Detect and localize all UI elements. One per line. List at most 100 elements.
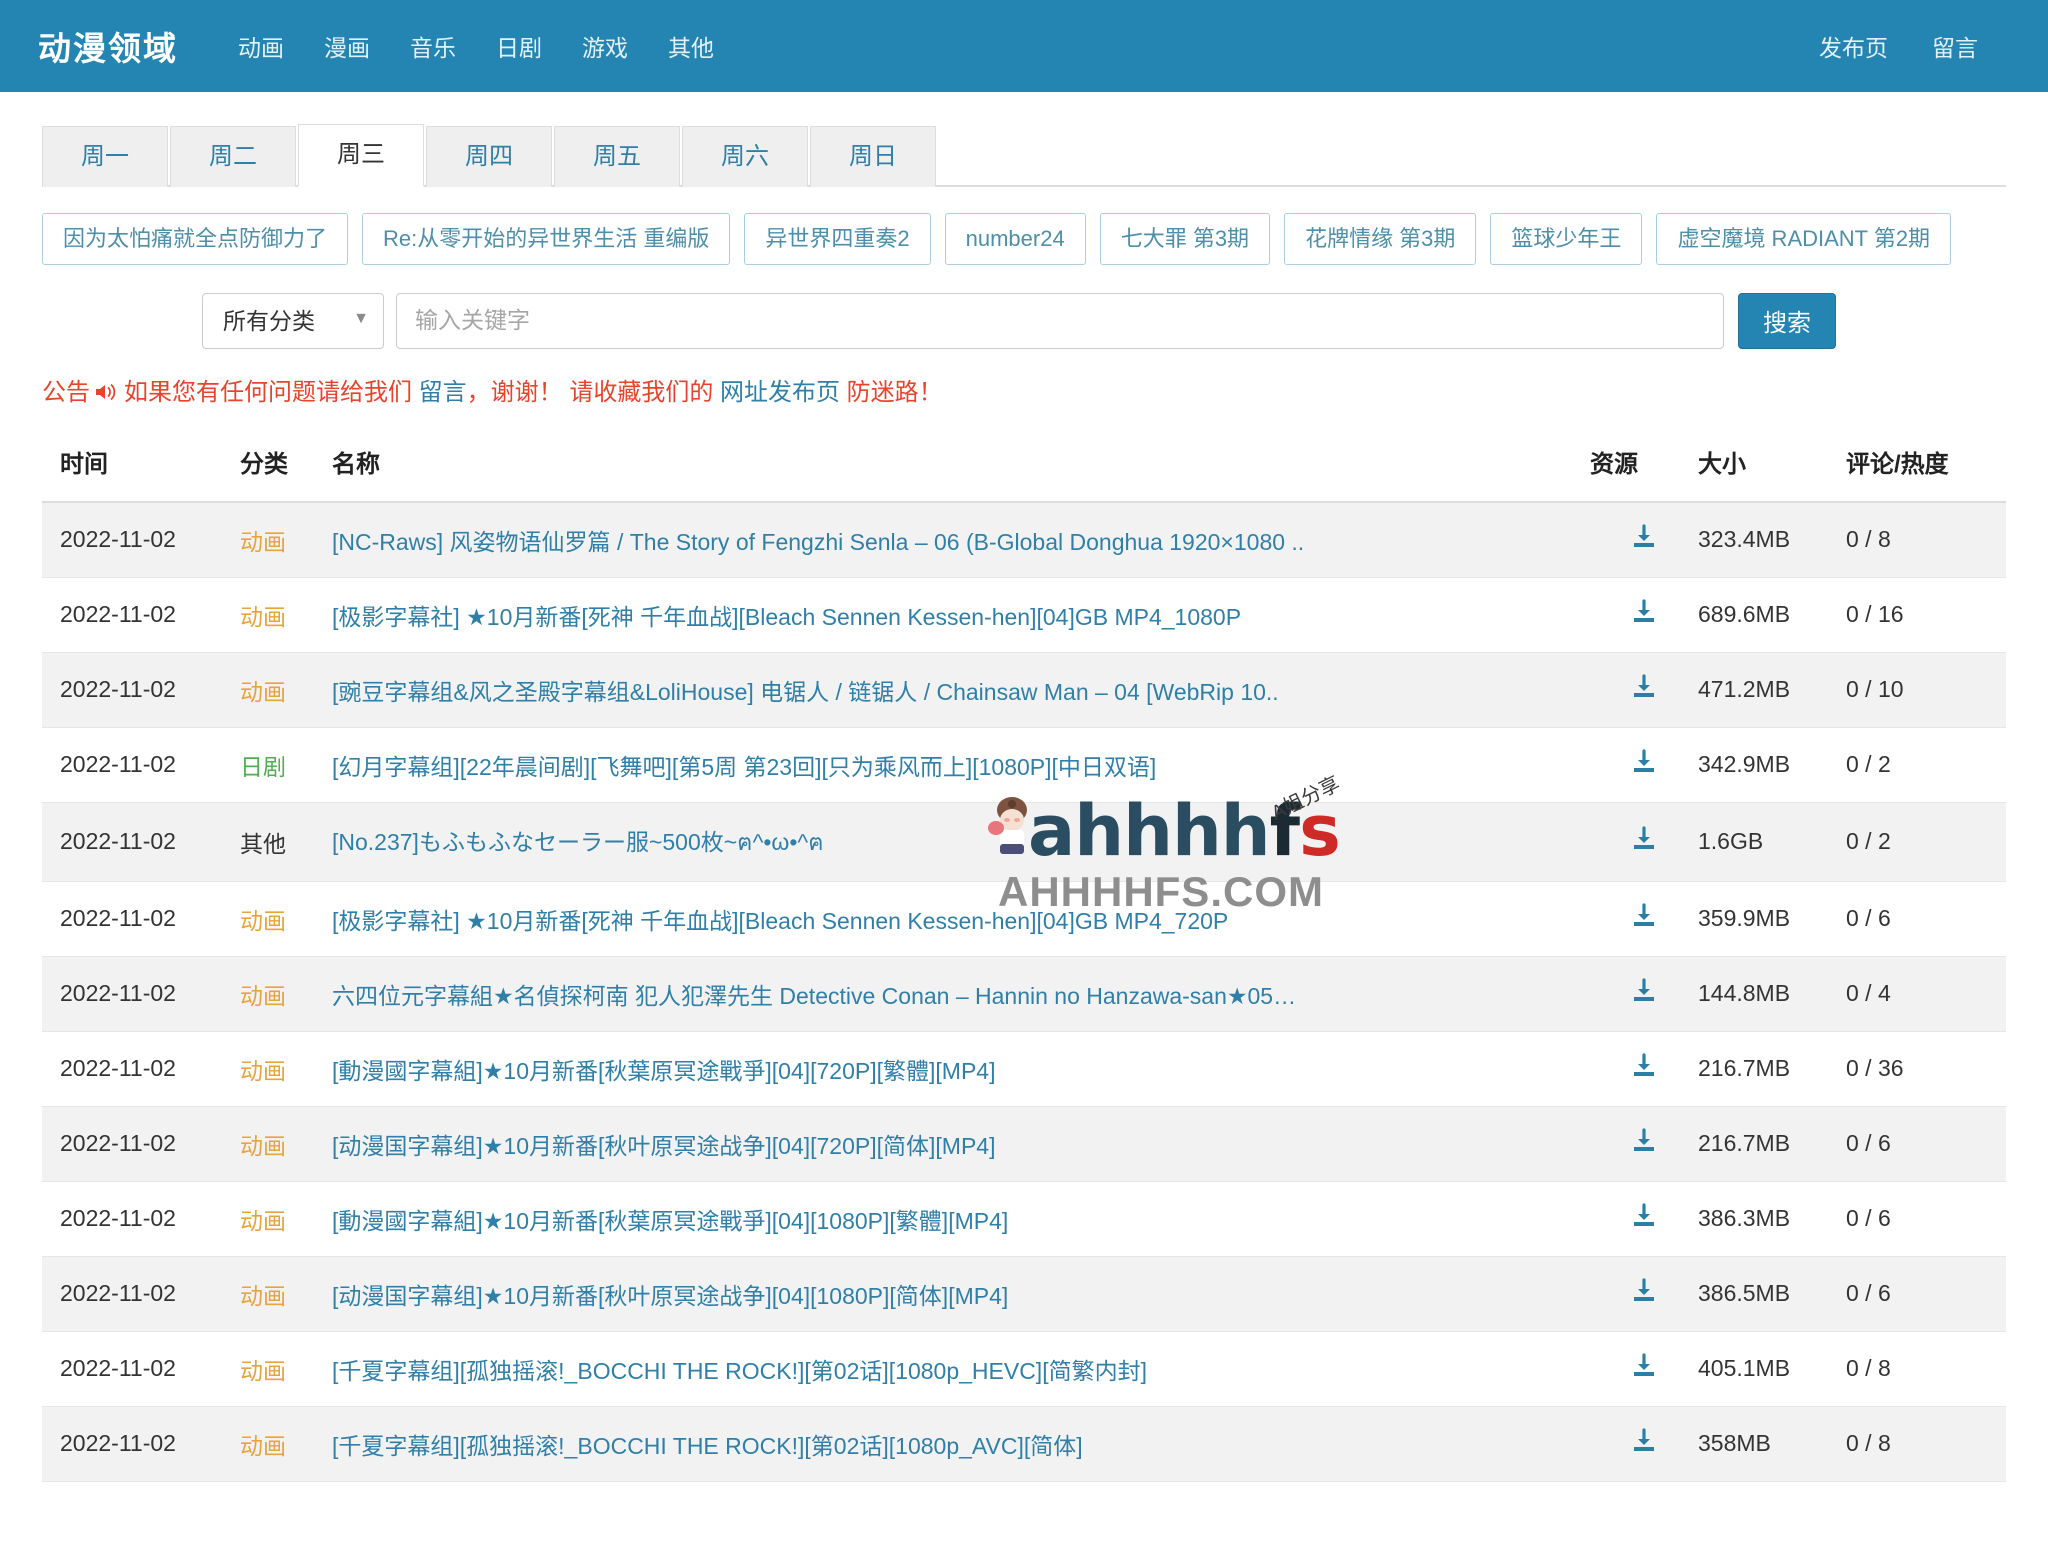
category-tag[interactable]: 动画 (240, 1283, 286, 1309)
nav-item-anime[interactable]: 动画 (218, 19, 304, 73)
tab-thursday[interactable]: 周四 (426, 126, 552, 187)
category-tag[interactable]: 动画 (240, 1133, 286, 1159)
download-icon[interactable] (1631, 524, 1657, 550)
resource-title-link[interactable]: [豌豆字幕组&风之圣殿字幕组&LoliHouse] 电锯人 / 链锯人 / Ch… (332, 673, 1312, 707)
chip-anime-1[interactable]: Re:从零开始的异世界生活 重编版 (362, 213, 730, 264)
table-row[interactable]: 2022-11-02动画[动漫国字幕组]★10月新番[秋叶原冥途战争][04][… (42, 1256, 2006, 1331)
table-row[interactable]: 2022-11-02动画[NC-Raws] 风姿物语仙罗篇 / The Stor… (42, 502, 2006, 578)
search-input[interactable] (396, 293, 1724, 349)
column-header-category[interactable]: 分类 (240, 430, 332, 502)
resource-title-link[interactable]: [千夏字幕组][孤独摇滚!_BOCCHI THE ROCK!][第02话][10… (332, 1352, 1312, 1386)
category-tag[interactable]: 动画 (240, 908, 286, 934)
download-icon[interactable] (1631, 674, 1657, 700)
resource-title-link[interactable]: [幻月字幕组][22年晨间剧][飞舞吧][第5周 第23回][只为乘风而上][1… (332, 748, 1312, 782)
resource-title-link[interactable]: [极影字幕社] ★10月新番[死神 千年血战][Bleach Sennen Ke… (332, 902, 1312, 936)
cell-size: 358MB (1698, 1406, 1846, 1481)
category-tag[interactable]: 动画 (240, 604, 286, 630)
nav-item-jdrama[interactable]: 日剧 (476, 19, 562, 73)
column-header-resource[interactable]: 资源 (1590, 430, 1698, 502)
resource-title-link[interactable]: [动漫国字幕组]★10月新番[秋叶原冥途战争][04][1080P][简体][M… (332, 1277, 1312, 1311)
category-tag[interactable]: 动画 (240, 1358, 286, 1384)
table-row[interactable]: 2022-11-02其他[No.237]もふもふなセーラー服~500枚~ฅ^•ω… (42, 802, 2006, 881)
top-header-bar: 动漫领域 动画 漫画 音乐 日剧 游戏 其他 发布页 留言 (0, 0, 2048, 92)
cell-resource (1590, 1181, 1698, 1256)
nav-item-manga[interactable]: 漫画 (304, 19, 390, 73)
download-icon[interactable] (1631, 749, 1657, 775)
category-tag[interactable]: 其他 (240, 831, 286, 857)
tab-saturday[interactable]: 周六 (682, 126, 808, 187)
cell-size: 216.7MB (1698, 1106, 1846, 1181)
resource-title-link[interactable]: [No.237]もふもふなセーラー服~500枚~ฅ^•ω•^ฅ (332, 823, 1312, 861)
cell-resource (1590, 577, 1698, 652)
resource-title-link[interactable]: [動漫國字幕組]★10月新番[秋葉原冥途戰爭][04][720P][繁體][MP… (332, 1052, 1312, 1086)
category-tag[interactable]: 动画 (240, 1058, 286, 1084)
tab-monday[interactable]: 周一 (42, 126, 168, 187)
chip-anime-4[interactable]: 七大罪 第3期 (1100, 213, 1270, 264)
resource-title-link[interactable]: [千夏字幕组][孤独摇滚!_BOCCHI THE ROCK!][第02话][10… (332, 1427, 1312, 1461)
table-row[interactable]: 2022-11-02日剧[幻月字幕组][22年晨间剧][飞舞吧][第5周 第23… (42, 727, 2006, 802)
nav-item-release-page[interactable]: 发布页 (1797, 19, 1910, 73)
download-icon[interactable] (1631, 1128, 1657, 1154)
download-icon[interactable] (1631, 978, 1657, 1004)
nav-item-message[interactable]: 留言 (1910, 19, 2000, 73)
cell-resource (1590, 1406, 1698, 1481)
category-tag[interactable]: 动画 (240, 1208, 286, 1234)
download-icon[interactable] (1631, 599, 1657, 625)
download-icon[interactable] (1631, 1203, 1657, 1229)
download-icon[interactable] (1631, 903, 1657, 929)
nav-item-other[interactable]: 其他 (648, 19, 734, 73)
chip-anime-0[interactable]: 因为太怕痛就全点防御力了 (42, 213, 348, 264)
category-tag[interactable]: 动画 (240, 529, 286, 555)
tab-sunday[interactable]: 周日 (810, 126, 936, 187)
table-row[interactable]: 2022-11-02动画[千夏字幕组][孤独摇滚!_BOCCHI THE ROC… (42, 1331, 2006, 1406)
cell-resource (1590, 727, 1698, 802)
download-icon[interactable] (1631, 1428, 1657, 1454)
column-header-name[interactable]: 名称 (332, 430, 1590, 502)
nav-item-music[interactable]: 音乐 (390, 19, 476, 73)
table-row[interactable]: 2022-11-02动画[极影字幕社] ★10月新番[死神 千年血战][Blea… (42, 881, 2006, 956)
table-row[interactable]: 2022-11-02动画六四位元字幕組★名偵探柯南 犯人犯澤先生 Detecti… (42, 956, 2006, 1031)
cell-size: 342.9MB (1698, 727, 1846, 802)
table-row[interactable]: 2022-11-02动画[千夏字幕组][孤独摇滚!_BOCCHI THE ROC… (42, 1406, 2006, 1481)
table-row[interactable]: 2022-11-02动画[动漫国字幕组]★10月新番[秋叶原冥途战争][04][… (42, 1106, 2006, 1181)
resource-title-link[interactable]: [NC-Raws] 风姿物语仙罗篇 / The Story of Fengzhi… (332, 523, 1312, 557)
chip-anime-7[interactable]: 虚空魔境 RADIANT 第2期 (1656, 213, 1951, 264)
resource-title-link[interactable]: [動漫國字幕組]★10月新番[秋葉原冥途戰爭][04][1080P][繁體][M… (332, 1202, 1312, 1236)
chip-anime-2[interactable]: 异世界四重奏2 (744, 213, 930, 264)
cell-size: 1.6GB (1698, 802, 1846, 881)
nav-item-games[interactable]: 游戏 (562, 19, 648, 73)
download-icon[interactable] (1631, 1353, 1657, 1379)
table-row[interactable]: 2022-11-02动画[极影字幕社] ★10月新番[死神 千年血战][Blea… (42, 577, 2006, 652)
category-tag[interactable]: 动画 (240, 1433, 286, 1459)
category-tag[interactable]: 日剧 (240, 754, 286, 780)
search-button[interactable]: 搜索 (1738, 293, 1836, 349)
resource-title-link[interactable]: [动漫国字幕组]★10月新番[秋叶原冥途战争][04][720P][简体][MP… (332, 1127, 1312, 1161)
column-header-hot[interactable]: 评论/热度 (1846, 430, 2006, 502)
chip-anime-3[interactable]: number24 (945, 213, 1086, 264)
resource-title-link[interactable]: [极影字幕社] ★10月新番[死神 千年血战][Bleach Sennen Ke… (332, 598, 1312, 632)
chip-anime-5[interactable]: 花牌情缘 第3期 (1284, 213, 1476, 264)
table-row[interactable]: 2022-11-02动画[動漫國字幕組]★10月新番[秋葉原冥途戰爭][04][… (42, 1031, 2006, 1106)
site-brand[interactable]: 动漫领域 (38, 22, 178, 70)
download-icon[interactable] (1631, 826, 1657, 852)
column-header-time[interactable]: 时间 (42, 430, 240, 502)
table-row[interactable]: 2022-11-02动画[動漫國字幕組]★10月新番[秋葉原冥途戰爭][04][… (42, 1181, 2006, 1256)
chip-anime-6[interactable]: 篮球少年王 (1490, 213, 1642, 264)
resource-table: 时间 分类 名称 资源 大小 评论/热度 2022-11-02动画[NC-Raw… (42, 430, 2006, 1482)
resource-title-link[interactable]: 六四位元字幕組★名偵探柯南 犯人犯澤先生 Detective Conan – H… (332, 977, 1312, 1011)
download-icon[interactable] (1631, 1278, 1657, 1304)
tab-friday[interactable]: 周五 (554, 126, 680, 187)
announcement-release-page-link[interactable]: 网址发布页 (720, 377, 840, 408)
table-row[interactable]: 2022-11-02动画[豌豆字幕组&风之圣殿字幕组&LoliHouse] 电锯… (42, 652, 2006, 727)
cell-category: 动画 (240, 881, 332, 956)
cell-category: 动画 (240, 1181, 332, 1256)
tab-wednesday[interactable]: 周三 (298, 124, 424, 187)
tab-tuesday[interactable]: 周二 (170, 126, 296, 187)
category-tag[interactable]: 动画 (240, 983, 286, 1009)
download-icon[interactable] (1631, 1053, 1657, 1079)
category-tag[interactable]: 动画 (240, 679, 286, 705)
category-select[interactable]: 所有分类 (202, 293, 384, 349)
announcement-message-link[interactable]: 留言 (419, 377, 467, 408)
column-header-size[interactable]: 大小 (1698, 430, 1846, 502)
cell-name: [豌豆字幕组&风之圣殿字幕组&LoliHouse] 电锯人 / 链锯人 / Ch… (332, 652, 1590, 727)
